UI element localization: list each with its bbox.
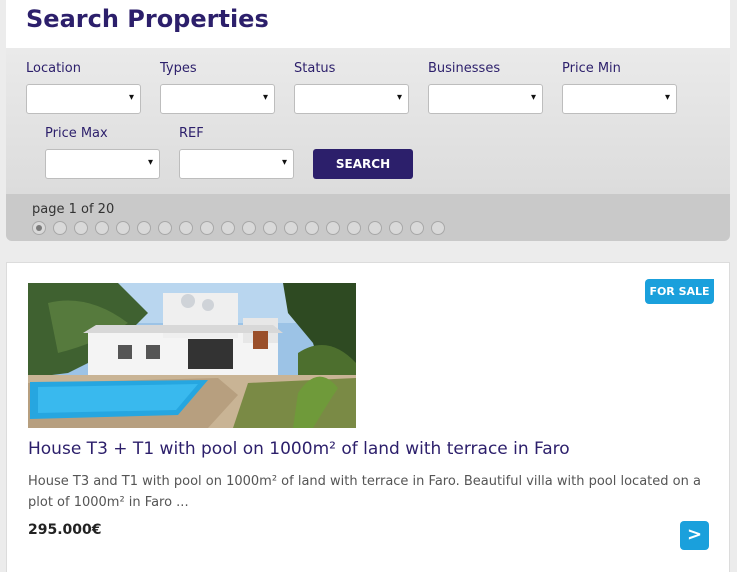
page-dot-8[interactable]	[179, 221, 193, 235]
status-select[interactable]: ▾	[294, 84, 409, 114]
search-panel: Search Properties Location ▾ Types ▾ Sta…	[6, 0, 730, 241]
property-card: FOR SALE House T3 + T1 with pool on 1000…	[6, 262, 730, 572]
pagination: page 1 of 20	[6, 194, 730, 241]
page-dot-14[interactable]	[305, 221, 319, 235]
status-label: Status	[294, 61, 336, 76]
businesses-select[interactable]: ▾	[428, 84, 543, 114]
page-dot-6[interactable]	[137, 221, 151, 235]
listing-title[interactable]: House T3 + T1 with pool on 1000m² of lan…	[28, 439, 570, 459]
chevron-right-icon: >	[686, 524, 703, 545]
view-details-button[interactable]: >	[680, 521, 709, 550]
location-select[interactable]: ▾	[26, 84, 141, 114]
page-dot-18[interactable]	[389, 221, 403, 235]
chevron-down-icon: ▾	[281, 157, 287, 168]
types-label: Types	[160, 61, 197, 76]
ref-select[interactable]: ▾	[179, 149, 294, 179]
page-dot-19[interactable]	[410, 221, 424, 235]
page-dot-3[interactable]	[74, 221, 88, 235]
location-label: Location	[26, 61, 81, 76]
price-min-label: Price Min	[562, 61, 621, 76]
page-dot-5[interactable]	[116, 221, 130, 235]
chevron-down-icon: ▾	[664, 92, 670, 103]
chevron-down-icon: ▾	[396, 92, 402, 103]
page-dot-2[interactable]	[53, 221, 67, 235]
page-info: page 1 of 20	[32, 202, 115, 217]
chevron-down-icon: ▾	[128, 92, 134, 103]
listing-price: 295.000€	[28, 522, 102, 538]
chevron-down-icon: ▾	[147, 157, 153, 168]
ref-label: REF	[179, 126, 204, 141]
title-bar: Search Properties	[6, 0, 730, 48]
page-dot-1[interactable]	[32, 221, 46, 235]
page-dot-11[interactable]	[242, 221, 256, 235]
price-max-label: Price Max	[45, 126, 108, 141]
page-dot-20[interactable]	[431, 221, 445, 235]
search-button[interactable]: SEARCH	[313, 149, 413, 179]
page-dot-13[interactable]	[284, 221, 298, 235]
for-sale-badge: FOR SALE	[645, 279, 714, 304]
page-dot-15[interactable]	[326, 221, 340, 235]
page-dot-4[interactable]	[95, 221, 109, 235]
types-select[interactable]: ▾	[160, 84, 275, 114]
page-dot-9[interactable]	[200, 221, 214, 235]
page-dot-7[interactable]	[158, 221, 172, 235]
filters-form: Location ▾ Types ▾ Status ▾ Businesses ▾…	[6, 48, 730, 194]
price-max-select[interactable]: ▾	[45, 149, 160, 179]
page-dot-12[interactable]	[263, 221, 277, 235]
chevron-down-icon: ▾	[262, 92, 268, 103]
listing-description: House T3 and T1 with pool on 1000m² of l…	[28, 474, 701, 510]
page-title: Search Properties	[26, 5, 269, 33]
page-dot-17[interactable]	[368, 221, 382, 235]
house-photo-image	[28, 283, 356, 428]
businesses-label: Businesses	[428, 61, 501, 76]
chevron-down-icon: ▾	[530, 92, 536, 103]
price-min-select[interactable]: ▾	[562, 84, 677, 114]
property-photo[interactable]	[28, 283, 356, 428]
page-dot-16[interactable]	[347, 221, 361, 235]
page-dots	[32, 221, 445, 235]
page-dot-10[interactable]	[221, 221, 235, 235]
